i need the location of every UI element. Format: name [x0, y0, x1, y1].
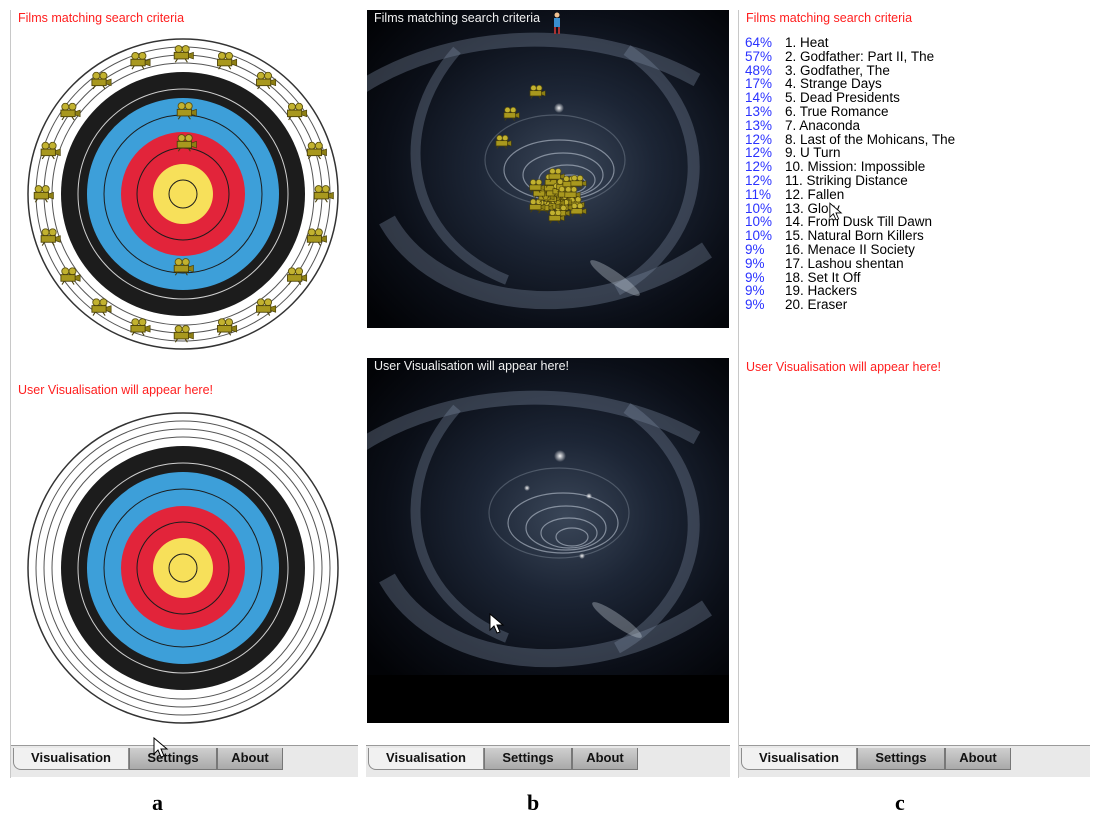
result-row[interactable]: 11% 12. Fallen [745, 186, 955, 202]
film-title: 10. Mission: Impossible [785, 159, 926, 175]
match-percent: 17% [745, 76, 773, 92]
result-row[interactable]: 9% 16. Menace II Society [745, 243, 955, 257]
result-row[interactable]: 10% 15. Natural Born Killers [745, 229, 955, 243]
film-title: 15. Natural Born Killers [785, 228, 924, 244]
films-galaxy-view[interactable]: Films matching search criteria [367, 10, 729, 328]
film-title: 3. Godfather, The [785, 62, 890, 78]
match-percent: 9% [745, 241, 765, 257]
films-heading: Films matching search criteria [374, 11, 541, 25]
film-title: 11. Striking Distance [785, 172, 908, 188]
mouse-pointer-icon [489, 613, 505, 634]
panel-c-list-view: Films matching search criteria 64% 1. Hea… [738, 10, 1090, 778]
result-row[interactable]: 48% 3. Godfather, The [745, 62, 955, 78]
match-percent: 13% [745, 103, 773, 119]
result-row[interactable]: 9% 18. Set It Off [745, 269, 955, 285]
films-heading: Films matching search criteria [18, 11, 185, 25]
user-heading: User Visualisation will appear here! [746, 360, 942, 374]
tab-bar: Visualisation Settings About [739, 745, 1090, 777]
tab-settings[interactable]: Settings [484, 748, 572, 770]
caption-b: b [527, 790, 540, 815]
match-percent: 64% [745, 35, 773, 50]
film-title: 7. Anaconda [785, 117, 861, 133]
film-title: 16. Menace II Society [785, 241, 915, 257]
film-title: 6. True Romance [785, 103, 889, 119]
user-heading: User Visualisation will appear here! [374, 359, 570, 373]
match-percent: 48% [745, 62, 773, 78]
match-percent: 10% [745, 200, 773, 216]
tab-about[interactable]: About [572, 748, 638, 770]
tab-about[interactable]: About [217, 748, 283, 770]
tab-visualisation[interactable]: Visualisation [13, 748, 129, 770]
match-percent: 9% [745, 297, 765, 313]
match-percent: 12% [745, 131, 773, 147]
film-title: 9. U Turn [785, 145, 841, 161]
result-row[interactable]: 12% 10. Mission: Impossible [745, 160, 955, 174]
match-percent: 10% [745, 228, 773, 244]
match-percent: 57% [745, 48, 773, 64]
film-title: 8. Last of the Mohicans, The [785, 131, 956, 147]
tab-settings[interactable]: Settings [129, 748, 217, 770]
film-title: 18. Set It Off [785, 269, 861, 285]
match-percent: 13% [745, 117, 773, 133]
match-percent: 12% [745, 172, 773, 188]
tab-bar: Visualisation Settings About [366, 745, 730, 777]
result-row[interactable]: 12% 11. Striking Distance [745, 174, 955, 188]
tab-bar: Visualisation Settings About [11, 745, 358, 777]
result-row[interactable]: 10% 13. Glory [745, 200, 955, 216]
tab-visualisation[interactable]: Visualisation [741, 748, 857, 770]
caption-a: a [152, 790, 163, 815]
result-row[interactable]: 12% 8. Last of the Mohicans, The [745, 131, 956, 147]
galaxy-footer [367, 675, 729, 723]
panel-b-galaxy-view: Films matching search criteria User Visu… [366, 10, 730, 778]
result-row[interactable]: 13% 7. Anaconda [745, 117, 955, 133]
result-row[interactable]: 9% 20. Eraser [745, 298, 955, 312]
user-target[interactable] [27, 412, 339, 724]
user-galaxy-view[interactable]: User Visualisation will appear here! [367, 358, 729, 675]
films-heading: Films matching search criteria [746, 11, 913, 25]
film-title: 14. From Dusk Till Dawn [785, 214, 933, 230]
film-title: 17. Lashou shentan [785, 255, 904, 271]
result-row[interactable]: 13% 6. True Romance [745, 105, 955, 119]
mouse-pointer-icon [153, 737, 169, 758]
result-row[interactable]: 9% 17. Lashou shentan [745, 255, 955, 271]
match-percent: 9% [745, 269, 765, 285]
tab-settings[interactable]: Settings [857, 748, 945, 770]
result-row[interactable]: 57% 2. Godfather: Part II, The [745, 48, 955, 64]
match-percent: 12% [745, 145, 773, 161]
caption-c: c [895, 790, 905, 815]
result-row[interactable]: 10% 14. From Dusk Till Dawn [745, 215, 955, 229]
match-percent: 14% [745, 90, 773, 106]
tab-about[interactable]: About [945, 748, 1011, 770]
film-title: 5. Dead Presidents [785, 90, 900, 106]
films-target[interactable] [27, 38, 339, 350]
match-percent: 11% [745, 186, 772, 202]
result-row[interactable]: 64% 1. Heat [745, 36, 955, 50]
result-row[interactable]: 12% 9. U Turn [745, 146, 955, 160]
film-title: 2. Godfather: Part II, The [785, 48, 935, 64]
match-percent: 10% [745, 214, 773, 230]
match-percent: 9% [745, 283, 765, 299]
film-title: 19. Hackers [785, 283, 858, 299]
user-heading: User Visualisation will appear here! [18, 383, 214, 397]
result-row[interactable]: 17% 4. Strange Days [745, 77, 955, 91]
film-title: 1. Heat [785, 35, 829, 50]
panel-a-target-view: Films matching search criteria User Visu… [10, 10, 358, 778]
tab-visualisation[interactable]: Visualisation [368, 748, 484, 770]
match-percent: 12% [745, 159, 773, 175]
match-percent: 9% [745, 255, 765, 271]
film-title: 20. Eraser [785, 297, 848, 313]
result-row[interactable]: 14% 5. Dead Presidents [745, 91, 955, 105]
film-title: 4. Strange Days [785, 76, 882, 92]
result-row[interactable]: 9% 19. Hackers [745, 284, 955, 298]
results-list: 64% 1. Heat 57% 2. Godfather: Part II, The 4… [745, 36, 955, 312]
mouse-pointer-icon [829, 202, 843, 221]
film-title: 12. Fallen [785, 186, 845, 202]
